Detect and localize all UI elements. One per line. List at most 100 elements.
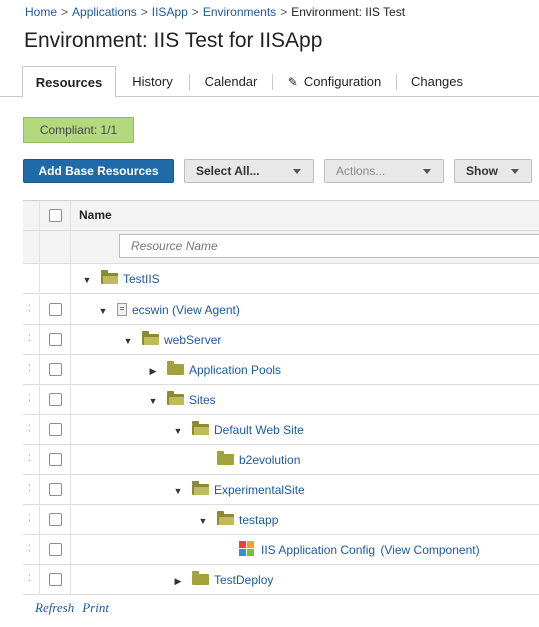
row-checkbox[interactable] — [49, 543, 62, 556]
drag-handle[interactable]: ⁚ — [23, 475, 40, 504]
expand-toggle-icon[interactable]: ▼ — [97, 296, 109, 326]
column-header-name[interactable]: Name — [79, 208, 112, 222]
tree-node-label[interactable]: Default Web Site — [214, 423, 304, 437]
view-component-link-text: View Component — [384, 543, 476, 557]
check-cell — [40, 535, 71, 564]
drag-handle[interactable]: ⁚ — [23, 535, 40, 564]
check-cell — [40, 264, 71, 293]
actions-dropdown[interactable]: Actions... — [324, 159, 444, 183]
row-checkbox[interactable] — [49, 483, 62, 496]
check-cell — [40, 415, 71, 444]
tree-node-label[interactable]: IIS Application Config — [261, 543, 375, 557]
row-checkbox[interactable] — [49, 393, 62, 406]
drag-handle[interactable]: ⁚ — [23, 295, 40, 324]
tree-node-label[interactable]: ecswin — [132, 303, 169, 317]
tree-node-label[interactable]: ExperimentalSite — [214, 483, 305, 497]
collapse-toggle-icon[interactable]: ▶ — [172, 566, 184, 596]
table-row: ⁚ ▼ testapp — [23, 505, 539, 535]
breadcrumb-applications[interactable]: Applications — [72, 5, 137, 19]
drag-handle[interactable]: ⁚ — [23, 415, 40, 444]
tree-node-label[interactable]: TestDeploy — [214, 573, 273, 587]
breadcrumb: Home > Applications > IISApp > Environments > En… — [25, 5, 405, 19]
expand-toggle-icon[interactable]: ▼ — [122, 326, 134, 356]
breadcrumb-iisapp[interactable]: IISApp — [152, 5, 188, 19]
row-checkbox[interactable] — [49, 363, 62, 376]
breadcrumb-current: Environment: IIS Test — [291, 5, 406, 19]
row-checkbox[interactable] — [49, 453, 62, 466]
tab-changes[interactable]: Changes — [397, 66, 477, 97]
drag-handle[interactable]: ⁚ — [23, 325, 40, 354]
drag-handle-icon: ⁚ — [28, 543, 32, 553]
tree-node-label[interactable]: webServer — [164, 333, 221, 347]
collapse-toggle-icon[interactable]: ▶ — [147, 356, 159, 386]
row-checkbox[interactable] — [49, 513, 62, 526]
view-agent-link[interactable]: (View Agent) — [172, 303, 240, 317]
print-link[interactable]: Print — [82, 600, 109, 615]
resource-name-filter-input[interactable] — [119, 234, 539, 258]
actions-label: Actions... — [336, 164, 386, 178]
view-component-link[interactable]: (View Component) — [380, 543, 479, 557]
table-row: ⁚ ▼ ExperimentalSite — [23, 475, 539, 505]
row-checkbox[interactable] — [49, 573, 62, 586]
breadcrumb-separator: > — [280, 5, 288, 19]
tab-configuration[interactable]: ✎ Configuration — [273, 66, 396, 97]
tab-resources[interactable]: Resources — [22, 66, 116, 98]
page-title: Environment: IIS Test for IISApp — [24, 29, 323, 52]
drag-handle-icon: ⁚ — [28, 303, 32, 313]
tree-node-label[interactable]: TestIIS — [123, 272, 160, 286]
row-checkbox[interactable] — [49, 333, 62, 346]
resource-tree-table: Name ▼ TestIIS ⁚ ▼ ecswin (View Agent) ⁚ ▼… — [23, 200, 539, 595]
table-row: ⁚ ▼ webServer — [23, 325, 539, 355]
row-checkbox[interactable] — [49, 423, 62, 436]
folder-open-icon — [101, 270, 118, 284]
expand-toggle-icon[interactable]: ▼ — [172, 476, 184, 506]
tree-node-label[interactable]: Application Pools — [189, 363, 281, 377]
tab-calendar[interactable]: Calendar — [190, 66, 272, 97]
drag-handle[interactable]: ⁚ — [23, 505, 40, 534]
tree-node: ▼ Sites — [147, 385, 216, 415]
check-cell — [40, 445, 71, 474]
breadcrumb-separator: > — [191, 5, 199, 19]
check-cell — [40, 385, 71, 414]
select-all-label: Select All... — [196, 164, 260, 178]
select-all-checkbox[interactable] — [49, 209, 62, 222]
expand-toggle-icon[interactable]: ▼ — [81, 265, 93, 295]
tree-node: ▶ TestDeploy — [172, 565, 273, 595]
drag-handle-icon: ⁚ — [28, 393, 32, 403]
check-cell — [40, 325, 71, 354]
expand-toggle-icon[interactable]: ▼ — [172, 416, 184, 446]
drag-handle[interactable]: ⁚ — [23, 385, 40, 414]
show-dropdown[interactable]: Show — [454, 159, 532, 183]
tree-node: ▼ ExperimentalSite — [172, 475, 305, 505]
folder-open-icon — [167, 391, 184, 405]
drag-handle[interactable]: ⁚ — [23, 445, 40, 474]
drag-handle-icon: ⁚ — [28, 453, 32, 463]
folder-open-icon — [192, 481, 209, 495]
expand-toggle-icon[interactable]: ▼ — [197, 506, 209, 536]
tree-node-label[interactable]: b2evolution — [239, 453, 300, 467]
expand-toggle-icon[interactable]: ▼ — [147, 386, 159, 416]
folder-open-icon — [217, 511, 234, 525]
check-cell — [40, 355, 71, 384]
chevron-down-icon — [511, 169, 519, 174]
tree-node: ▼ webServer — [122, 325, 221, 355]
drag-handle[interactable]: ⁚ — [23, 565, 40, 594]
breadcrumb-environments[interactable]: Environments — [203, 5, 276, 19]
tab-history[interactable]: History — [116, 66, 189, 97]
wrench-icon: ✎ — [287, 75, 298, 89]
tree-node: ▶ Application Pools — [147, 355, 281, 385]
row-checkbox[interactable] — [49, 303, 62, 316]
breadcrumb-home[interactable]: Home — [25, 5, 57, 19]
tree-node-label[interactable]: Sites — [189, 393, 216, 407]
select-all-dropdown[interactable]: Select All... — [184, 159, 314, 183]
drag-handle[interactable]: ⁚ — [23, 355, 40, 384]
add-base-resources-button[interactable]: Add Base Resources — [23, 159, 174, 183]
folder-closed-icon — [217, 451, 234, 465]
tree-node-label[interactable]: testapp — [239, 513, 278, 527]
table-row: ⁚ IIS Application Config (View Component… — [23, 535, 539, 565]
table-row: ⁚ b2evolution — [23, 445, 539, 475]
drag-handle-icon: ⁚ — [28, 423, 32, 433]
tree-node: ▼ TestIIS — [81, 264, 160, 294]
refresh-link[interactable]: Refresh — [35, 600, 74, 615]
table-row: ⁚ ▼ Default Web Site — [23, 415, 539, 445]
